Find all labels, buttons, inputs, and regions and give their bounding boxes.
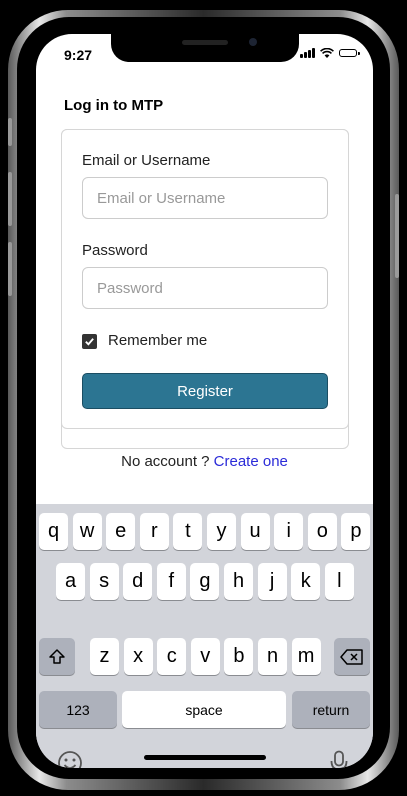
- checkmark-icon: [85, 338, 94, 346]
- key-y[interactable]: y: [207, 513, 236, 550]
- key-c[interactable]: c: [157, 638, 187, 675]
- key-a[interactable]: a: [56, 563, 85, 600]
- shift-key[interactable]: [39, 638, 75, 675]
- register-button[interactable]: Register: [82, 373, 328, 409]
- status-icons: [300, 48, 360, 58]
- mute-switch: [8, 118, 12, 146]
- key-r[interactable]: r: [139, 513, 169, 550]
- key-w[interactable]: w: [72, 513, 102, 550]
- status-time: 9:27: [64, 47, 93, 63]
- key-i[interactable]: i: [274, 513, 304, 550]
- password-label: Password: [82, 242, 148, 259]
- key-n[interactable]: n: [258, 638, 287, 675]
- home-indicator[interactable]: [144, 755, 266, 760]
- no-account-prompt: No account ? Create one: [36, 453, 373, 470]
- key-e[interactable]: e: [106, 513, 136, 550]
- username-label: Email or Username: [82, 152, 211, 169]
- return-key[interactable]: return: [292, 691, 370, 728]
- no-account-text: No account ?: [121, 453, 210, 470]
- create-account-link[interactable]: Create one: [214, 453, 288, 470]
- wifi-icon: [320, 48, 334, 58]
- numbers-key[interactable]: 123: [39, 691, 117, 728]
- key-t[interactable]: t: [173, 513, 203, 550]
- key-f[interactable]: f: [156, 563, 186, 600]
- notch: [111, 34, 299, 62]
- delete-key[interactable]: [334, 638, 370, 675]
- key-s[interactable]: s: [89, 563, 119, 600]
- volume-down-button: [8, 242, 12, 296]
- key-u[interactable]: u: [240, 513, 270, 550]
- key-v[interactable]: v: [190, 638, 220, 675]
- key-l[interactable]: l: [324, 563, 354, 600]
- front-camera: [249, 38, 257, 46]
- emoji-button[interactable]: [56, 749, 84, 768]
- emoji-icon: [58, 751, 82, 768]
- remember-me-checkbox[interactable]: [82, 334, 97, 349]
- key-z[interactable]: z: [90, 638, 119, 675]
- speaker-grille: [182, 40, 228, 45]
- cellular-signal-icon: [300, 48, 315, 58]
- page-title: Log in to MTP: [64, 97, 164, 114]
- battery-icon: [339, 49, 360, 57]
- remember-me-label[interactable]: Remember me: [108, 332, 207, 349]
- key-m[interactable]: m: [291, 638, 321, 675]
- username-input[interactable]: [82, 177, 328, 219]
- delete-icon: [340, 648, 363, 665]
- microphone-icon: [330, 750, 348, 768]
- key-b[interactable]: b: [224, 638, 254, 675]
- key-d[interactable]: d: [123, 563, 153, 600]
- dictation-button[interactable]: [325, 749, 353, 768]
- on-screen-keyboard: qwertyuiop asdfghjkl zxcvbnm 123 space r…: [36, 504, 373, 768]
- power-button: [395, 194, 399, 278]
- key-o[interactable]: o: [307, 513, 337, 550]
- key-h[interactable]: h: [224, 563, 253, 600]
- key-q[interactable]: q: [39, 513, 68, 550]
- key-j[interactable]: j: [257, 563, 287, 600]
- space-key[interactable]: space: [122, 691, 286, 728]
- password-input[interactable]: [82, 267, 328, 309]
- phone-screen: 9:27 Log in to MTP Email or Username Pas…: [36, 34, 373, 768]
- shift-icon: [49, 648, 65, 664]
- key-p[interactable]: p: [341, 513, 371, 550]
- key-g[interactable]: g: [190, 563, 220, 600]
- volume-up-button: [8, 172, 12, 226]
- key-k[interactable]: k: [291, 563, 321, 600]
- key-x[interactable]: x: [123, 638, 153, 675]
